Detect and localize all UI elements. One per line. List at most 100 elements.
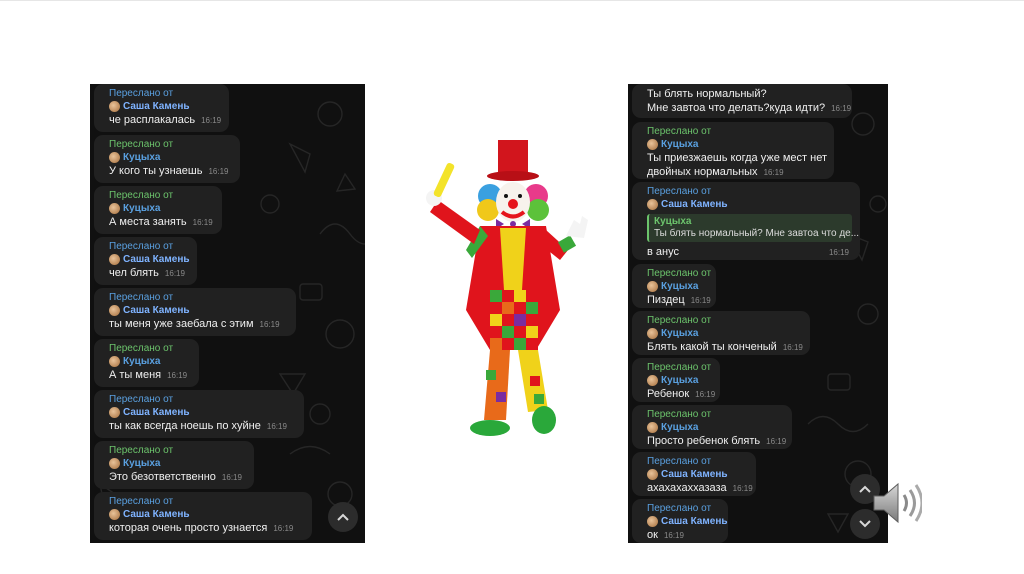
message-bubble[interactable]: Переслано от Куцыха Пиздец 16:19 — [632, 264, 716, 308]
avatar — [647, 516, 658, 527]
avatar — [109, 407, 120, 418]
message-text: Просто ребенок блять — [647, 435, 761, 447]
message-bubble[interactable]: Переслано от Саша Камень ок 16:19 — [632, 499, 728, 543]
avatar — [647, 281, 658, 292]
sender-name[interactable]: Куцыха — [647, 421, 784, 434]
avatar — [647, 422, 658, 433]
sender-name[interactable]: Куцыха — [647, 327, 802, 340]
forwarded-label: Переслано от — [647, 409, 712, 420]
message-text: ты меня уже заебала с этим — [109, 318, 254, 330]
left-chat-screenshot: Переслано от Саша Камень че расплакалась… — [90, 84, 365, 543]
message-bubble[interactable]: Переслано от Саша Камень ты как всегда н… — [94, 390, 304, 438]
forwarded-label: Переслано от — [647, 268, 712, 279]
quote-text: Ты блять нормальный? Мне завтоа что де..… — [654, 228, 860, 239]
message-time: 16:19 — [221, 473, 242, 482]
sender-name[interactable]: Саша Камень — [647, 515, 728, 528]
message-bubble[interactable]: Переслано от Куцыха У кого ты узнаешь 16:… — [94, 135, 240, 183]
message-text: двойных нормальных — [647, 166, 758, 178]
message-bubble[interactable]: Переслано от Саша Камень которая очень п… — [94, 492, 312, 540]
message-time: 16:19 — [695, 390, 716, 399]
message-time: 16:19 — [208, 167, 229, 176]
sender-name[interactable]: Куцыха — [109, 151, 232, 164]
right-chat-screenshot: Ты блять нормальный? Мне завтоа что дела… — [628, 84, 888, 543]
avatar — [647, 375, 658, 386]
message-time: 16:19 — [164, 269, 185, 278]
message-bubble[interactable]: Переслано от Куцыха Ты приезжаешь когда … — [632, 122, 834, 179]
message-bubble[interactable]: Переслано от Саша Камень че расплакалась… — [94, 84, 229, 132]
message-bubble[interactable]: Переслано от Саша Камень ты меня уже зае… — [94, 288, 296, 336]
speaker-icon[interactable] — [870, 480, 922, 526]
message-time: 16:19 — [192, 218, 213, 227]
forwarded-label: Переслано от — [109, 190, 174, 201]
sender-name[interactable]: Куцыха — [109, 457, 246, 470]
message-time: 16:19 — [663, 531, 684, 540]
message-text: ахахахаххазаза — [647, 482, 727, 494]
message-bubble[interactable]: Переслано от Саша Камень Куцыха Ты блять… — [632, 182, 860, 260]
message-bubble[interactable]: Переслано от Куцыха А ты меня 16:19 — [94, 339, 199, 387]
sender-name[interactable]: Куцыха — [109, 202, 214, 215]
message-bubble[interactable]: Переслано от Куцыха А места занять 16:19 — [94, 186, 222, 234]
clown-illustration — [426, 140, 588, 436]
sender-name[interactable]: Саша Камень — [109, 100, 221, 113]
avatar — [109, 509, 120, 520]
message-time: 16:19 — [831, 104, 852, 113]
forwarded-label: Переслано от — [109, 139, 174, 150]
message-text: А места занять — [109, 216, 187, 228]
message-text: А ты меня — [109, 369, 162, 381]
sender-name[interactable]: Саша Камень — [109, 508, 304, 521]
forwarded-label: Переслано от — [109, 88, 174, 99]
sender-name[interactable]: Саша Камень — [109, 304, 288, 317]
message-text: Ты блять нормальный? — [647, 88, 767, 100]
message-bubble[interactable]: Переслано от Куцыха Просто ребенок блять… — [632, 405, 792, 449]
avatar — [109, 305, 120, 316]
message-bubble[interactable]: Переслано от Куцыха Блять какой ты конче… — [632, 311, 810, 355]
avatar — [647, 139, 658, 150]
message-text: в анус — [647, 246, 679, 258]
message-text: ок — [647, 529, 658, 541]
message-text: Ребенок — [647, 388, 690, 400]
message-time: 16:19 — [167, 371, 188, 380]
message-bubble[interactable]: Переслано от Куцыха Это безответственно 1… — [94, 441, 254, 489]
avatar — [647, 328, 658, 339]
message-text: У кого ты узнаешь — [109, 165, 203, 177]
top-border — [0, 0, 1024, 1]
forwarded-label: Переслано от — [109, 445, 174, 456]
message-text: Ты приезжаешь когда уже мест нет — [647, 152, 828, 164]
forwarded-label: Переслано от — [109, 292, 174, 303]
sender-name[interactable]: Куцыха — [647, 280, 708, 293]
scroll-up-button[interactable] — [328, 502, 358, 532]
sender-name[interactable]: Саша Камень — [109, 406, 296, 419]
message-time: 16:19 — [259, 320, 280, 329]
message-text: Блять какой ты конченый — [647, 341, 777, 353]
message-text: Это безответственно — [109, 471, 216, 483]
sender-name[interactable]: Куцыха — [647, 138, 826, 151]
message-text: Мне завтоа что делать?куда идти? — [647, 102, 826, 114]
message-bubble[interactable]: Переслано от Саша Камень ахахахаххазаза 1… — [632, 452, 756, 496]
chevron-up-icon — [337, 513, 349, 521]
message-bubble[interactable]: Переслано от Куцыха Ребенок 16:19 — [632, 358, 720, 402]
avatar — [109, 254, 120, 265]
sender-name[interactable]: Саша Камень — [109, 253, 190, 266]
avatar — [647, 469, 658, 480]
forwarded-label: Переслано от — [647, 315, 712, 326]
message-time: 16:19 — [201, 116, 222, 125]
avatar — [109, 203, 120, 214]
sender-name[interactable]: Саша Камень — [647, 468, 748, 481]
forwarded-label: Переслано от — [647, 126, 712, 137]
message-bubble[interactable]: Переслано от Саша Камень чел блять 16:19 — [94, 237, 197, 285]
message-text: чел блять — [109, 267, 159, 279]
sender-name[interactable]: Саша Камень — [647, 198, 852, 211]
message-time: 16:19 — [763, 168, 784, 177]
forwarded-label: Переслано от — [647, 503, 712, 514]
message-bubble[interactable]: Ты блять нормальный? Мне завтоа что дела… — [632, 84, 852, 118]
reply-quote[interactable]: Куцыха Ты блять нормальный? Мне завтоа ч… — [647, 214, 860, 242]
avatar — [109, 458, 120, 469]
sender-name[interactable]: Куцыха — [647, 374, 712, 387]
message-time: 16:19 — [766, 437, 787, 446]
message-time: 16:19 — [732, 484, 753, 493]
sender-name[interactable]: Куцыха — [109, 355, 191, 368]
message-text: которая очень просто узнается — [109, 522, 268, 534]
message-text: Пиздец — [647, 294, 685, 306]
message-time: 16:19 — [782, 343, 803, 352]
forwarded-label: Переслано от — [109, 394, 174, 405]
